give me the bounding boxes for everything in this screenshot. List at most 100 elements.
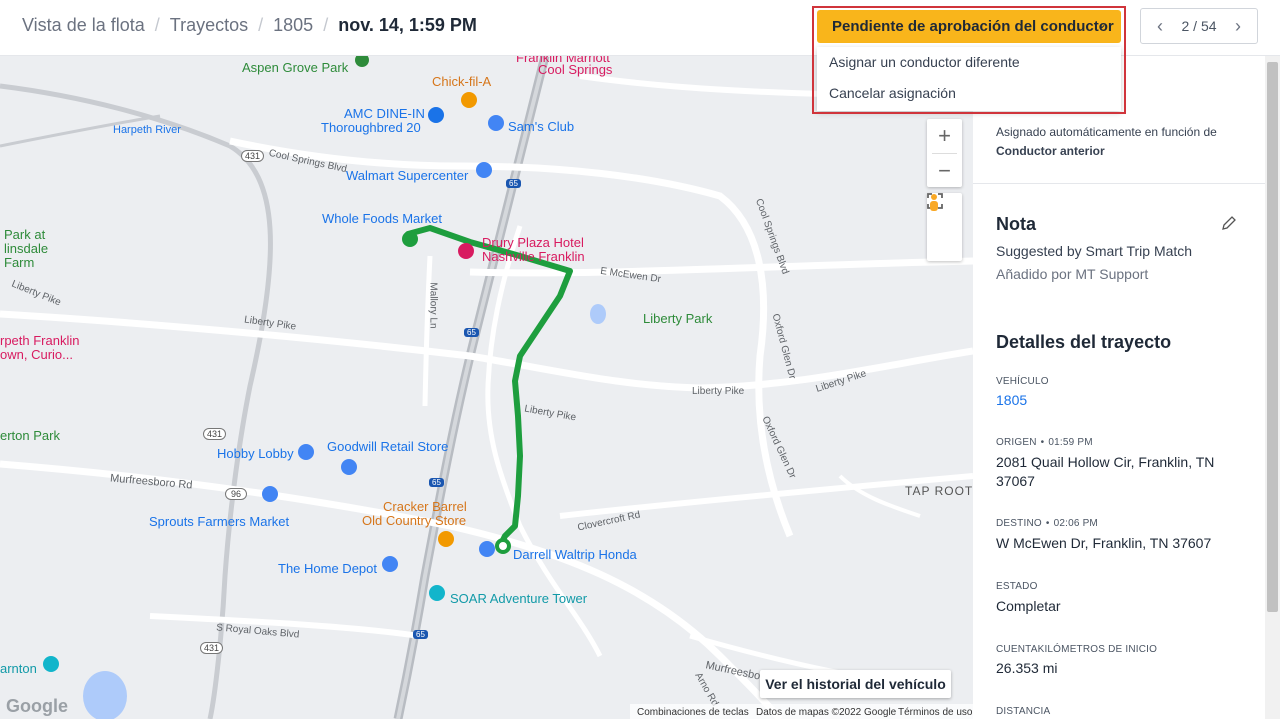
attraction-marker-icon[interactable] <box>43 656 59 672</box>
route-shield-65: 65 <box>464 328 479 337</box>
street-view-button[interactable] <box>927 194 962 261</box>
chevron-down-icon: ⌄ <box>1096 17 1107 31</box>
map-label-park-at-2: linsdale <box>4 241 49 256</box>
map-label-cracker-barrel-2: Old Country Store <box>362 513 467 528</box>
assigned-automatically-text: Asignado automáticamente en función de <box>996 125 1217 139</box>
note-added-by: Añadido por MT Support <box>996 266 1149 282</box>
map-label-whole-foods: Whole Foods Market <box>322 211 442 226</box>
breadcrumb-vehicle[interactable]: 1805 <box>273 15 313 36</box>
panel-scrollbar-thumb[interactable] <box>1267 62 1278 612</box>
terms-of-use-link[interactable]: Términos de uso <box>898 707 972 718</box>
map-label-home-depot: The Home Depot <box>278 561 377 576</box>
map-label-darrell-waltrip: Darrell Waltrip Honda <box>513 547 637 562</box>
route-shield-431: 431 <box>203 428 227 440</box>
cinema-marker-icon[interactable] <box>428 107 444 123</box>
trip-details-panel: Asignado automáticamente en función de C… <box>973 56 1280 719</box>
map[interactable]: Aspen Grove Park Chick-fil-A Franklin Ma… <box>0 56 973 719</box>
pager-current: 2 <box>1181 18 1190 34</box>
map-label-erton-park: erton Park <box>0 428 60 443</box>
route-shield-96: 96 <box>225 488 248 500</box>
vehicle-history-button[interactable]: Ver el historial del vehículo <box>760 670 951 698</box>
status-dropdown-button[interactable]: Pendiente de aprobación del conductor ⌄ <box>817 10 1121 43</box>
map-label-sprouts: Sprouts Farmers Market <box>149 514 290 529</box>
state-label: ESTADO <box>996 581 1038 592</box>
map-data-attribution: Datos de mapas ©2022 Google <box>756 707 897 718</box>
pencil-icon <box>1222 216 1236 230</box>
pager-position: 2 / 54 <box>1181 18 1217 34</box>
pegman-icon <box>930 194 938 211</box>
shopping-marker-icon[interactable] <box>488 115 504 131</box>
assigned-basis: Conductor anterior <box>996 144 1105 158</box>
separator-dot: • <box>1040 437 1045 448</box>
zoom-in-button[interactable]: + <box>927 119 962 153</box>
map-label-arnton: arnton <box>0 661 37 676</box>
map-label-drury-plaza-2: Nashville Franklin <box>482 249 585 264</box>
map-label-amc-dine-in: AMC DINE-IN <box>344 106 425 121</box>
shopping-marker-icon[interactable] <box>298 444 314 460</box>
edit-note-button[interactable] <box>1221 215 1237 236</box>
map-label-park-at-3: Farm <box>4 255 35 270</box>
map-label-chick-fil-a: Chick-fil-A <box>432 74 492 89</box>
map-label-drury-plaza: Drury Plaza Hotel <box>482 235 584 250</box>
note-title: Nota <box>996 214 1036 234</box>
hotel-marker-icon[interactable] <box>458 243 474 259</box>
odometer-value: 26.353 mi <box>996 660 1058 676</box>
map-label-hobby-lobby: Hobby Lobby <box>217 446 294 461</box>
breadcrumb-trips[interactable]: Trayectos <box>170 15 248 36</box>
shopping-marker-icon[interactable] <box>341 459 357 475</box>
map-label-park-at: Park at <box>4 227 46 242</box>
street-label-mallory-ln: Mallory Ln <box>427 282 439 329</box>
google-logo: Google <box>6 696 68 716</box>
shopping-marker-icon[interactable] <box>262 486 278 502</box>
breadcrumb-separator: / <box>323 15 329 35</box>
map-label-walmart: Walmart Supercenter <box>346 168 469 183</box>
attraction-marker-icon[interactable] <box>429 585 445 601</box>
status-dropdown-label: Pendiente de aprobación del conductor <box>832 18 1114 35</box>
zoom-control: + − <box>927 119 962 187</box>
map-label-tap-root: TAP ROOT <box>905 484 973 498</box>
vehicle-label: VEHÍCULO <box>996 376 1049 387</box>
route-shield-431: 431 <box>200 642 224 654</box>
chevron-left-icon[interactable]: ‹ <box>1151 16 1169 37</box>
breadcrumb-separator: / <box>154 15 160 35</box>
route-shield-65: 65 <box>413 630 428 639</box>
keyboard-shortcuts-link[interactable]: Combinaciones de teclas <box>637 707 749 718</box>
destination-address: W McEwen Dr, Franklin, TN 37607 <box>996 535 1212 551</box>
destination-time: 02:06 PM <box>1053 518 1098 529</box>
note-text: Suggested by Smart Trip Match <box>996 243 1193 259</box>
shopping-marker-icon[interactable] <box>479 541 495 557</box>
breadcrumb-fleet-view[interactable]: Vista de la flota <box>22 15 145 36</box>
menu-item-cancel-assignment[interactable]: Cancelar asignación <box>817 78 1121 109</box>
odometer-label: CUENTAKILÓMETROS DE INICIO <box>996 644 1158 655</box>
shopping-marker-icon[interactable] <box>476 162 492 178</box>
map-label-goodwill: Goodwill Retail Store <box>327 439 449 454</box>
map-label-amc-thoroughbred: Thoroughbred 20 <box>321 120 421 135</box>
map-label-soar: SOAR Adventure Tower <box>450 591 588 606</box>
pager-total: 54 <box>1200 18 1217 34</box>
destination-label-row: DESTINO • 02:06 PM <box>996 518 1098 529</box>
chevron-right-icon[interactable]: › <box>1229 16 1247 37</box>
map-label-liberty-park: Liberty Park <box>643 311 713 326</box>
breadcrumb-separator: / <box>258 15 264 35</box>
vehicle-link[interactable]: 1805 <box>996 391 1236 410</box>
page-title: nov. 14, 1:59 PM <box>338 15 477 35</box>
trip-pager: ‹ 2 / 54 › <box>1140 8 1258 44</box>
origin-time: 01:59 PM <box>1048 437 1093 448</box>
restaurant-marker-icon[interactable] <box>461 92 477 108</box>
shopping-marker-icon[interactable] <box>382 556 398 572</box>
route-shield-65: 65 <box>429 478 444 487</box>
destination-label: DESTINO <box>996 518 1042 529</box>
map-extra-controls <box>927 193 962 261</box>
restaurant-marker-icon[interactable] <box>438 531 454 547</box>
breadcrumb: Vista de la flota / Trayectos / 1805 / n… <box>22 15 477 36</box>
map-label-harpeth-franklin-2: own, Curio... <box>0 347 73 362</box>
origin-label: ORIGEN <box>996 437 1037 448</box>
route-shield-431: 431 <box>241 150 265 162</box>
map-label-sams-club: Sam's Club <box>508 119 575 134</box>
map-label-harpeth-river: Harpeth River <box>113 124 181 136</box>
distance-label: DISTANCIA <box>996 706 1051 717</box>
origin-label-row: ORIGEN • 01:59 PM <box>996 437 1093 448</box>
menu-item-assign-different-driver[interactable]: Asignar un conductor diferente <box>817 47 1121 78</box>
zoom-out-button[interactable]: − <box>927 154 962 188</box>
separator-dot: • <box>1045 518 1050 529</box>
